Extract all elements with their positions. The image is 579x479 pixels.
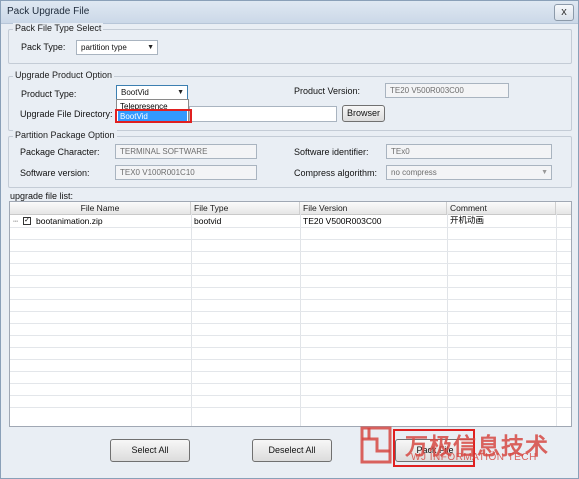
row-divider	[10, 383, 571, 384]
row-file-type: bootvid	[194, 216, 222, 226]
file-list-header: File Name File Type File Version Comment	[10, 202, 571, 215]
column-file-name[interactable]: File Name	[10, 202, 191, 214]
product-type-label: Product Type:	[21, 89, 77, 99]
pack-type-legend: Pack File Type Select	[13, 23, 104, 33]
row-divider	[10, 251, 571, 252]
row-divider	[10, 323, 571, 324]
partition-package-legend: Partition Package Option	[13, 130, 117, 140]
window-title: Pack Upgrade File	[7, 6, 90, 17]
row-divider	[10, 227, 571, 228]
pack-type-label: Pack Type:	[21, 42, 66, 52]
directory-input[interactable]	[189, 106, 337, 122]
directory-label: Upgrade File Directory:	[20, 109, 113, 119]
column-comment[interactable]: Comment	[447, 202, 556, 214]
software-identifier-label: Software identifier:	[294, 147, 369, 157]
row-divider	[10, 275, 571, 276]
row-divider	[10, 395, 571, 396]
browser-button[interactable]: Browser	[342, 105, 385, 122]
chevron-down-icon: ▼	[177, 89, 184, 96]
row-checkbox[interactable]: ✓	[23, 217, 31, 225]
title-bar: Pack Upgrade File x	[1, 1, 578, 24]
row-divider	[10, 359, 571, 360]
watermark-logo-icon	[360, 426, 392, 464]
deselect-all-button[interactable]: Deselect All	[252, 439, 332, 462]
product-type-value: BootVid	[121, 88, 149, 97]
upgrade-file-list[interactable]: File Name File Type File Version Comment…	[9, 201, 572, 427]
software-identifier-field: TEx0	[386, 144, 552, 159]
column-file-version[interactable]: File Version	[300, 202, 447, 214]
file-list-label: upgrade file list:	[10, 191, 74, 201]
product-type-select[interactable]: BootVid ▼	[116, 85, 188, 100]
row-divider	[10, 287, 571, 288]
row-divider	[10, 299, 571, 300]
row-divider	[10, 239, 571, 240]
table-row[interactable]: ┄ ✓ bootanimation.zip bootvid TE20 V500R…	[10, 215, 571, 227]
tree-connector: ┄	[13, 216, 19, 226]
row-divider	[10, 311, 571, 312]
select-all-button[interactable]: Select All	[110, 439, 190, 462]
row-file-version: TE20 V500R003C00	[303, 216, 382, 226]
watermark-english-text: WJ INFORMATION TECH	[411, 452, 537, 463]
software-version-field: TEX0 V100R001C10	[115, 165, 257, 180]
package-character-label: Package Character:	[20, 147, 100, 157]
row-divider	[10, 335, 571, 336]
upgrade-product-legend: Upgrade Product Option	[13, 70, 115, 80]
pack-type-value: partition type	[81, 43, 127, 52]
row-file-name: bootanimation.zip	[36, 216, 103, 226]
highlight-box-bootvid	[115, 109, 192, 123]
software-version-label: Software version:	[20, 168, 90, 178]
close-button[interactable]: x	[554, 4, 574, 21]
pack-type-select[interactable]: partition type ▼	[76, 40, 158, 55]
package-character-field: TERMINAL SOFTWARE	[115, 144, 257, 159]
row-comment: 开机动画	[450, 216, 485, 226]
compress-value: no compress	[391, 168, 437, 177]
row-divider	[10, 263, 571, 264]
product-version-field: TE20 V500R003C00	[385, 83, 509, 98]
column-file-type[interactable]: File Type	[191, 202, 300, 214]
compress-select[interactable]: no compress ▼	[386, 165, 552, 180]
chevron-down-icon: ▼	[541, 169, 548, 176]
product-version-label: Product Version:	[294, 86, 361, 96]
chevron-down-icon: ▼	[147, 44, 154, 51]
row-divider	[10, 347, 571, 348]
row-divider	[10, 407, 571, 408]
row-divider	[10, 371, 571, 372]
pack-upgrade-window: Pack Upgrade File x Pack File Type Selec…	[0, 0, 579, 479]
compress-label: Compress algorithm:	[294, 168, 378, 178]
